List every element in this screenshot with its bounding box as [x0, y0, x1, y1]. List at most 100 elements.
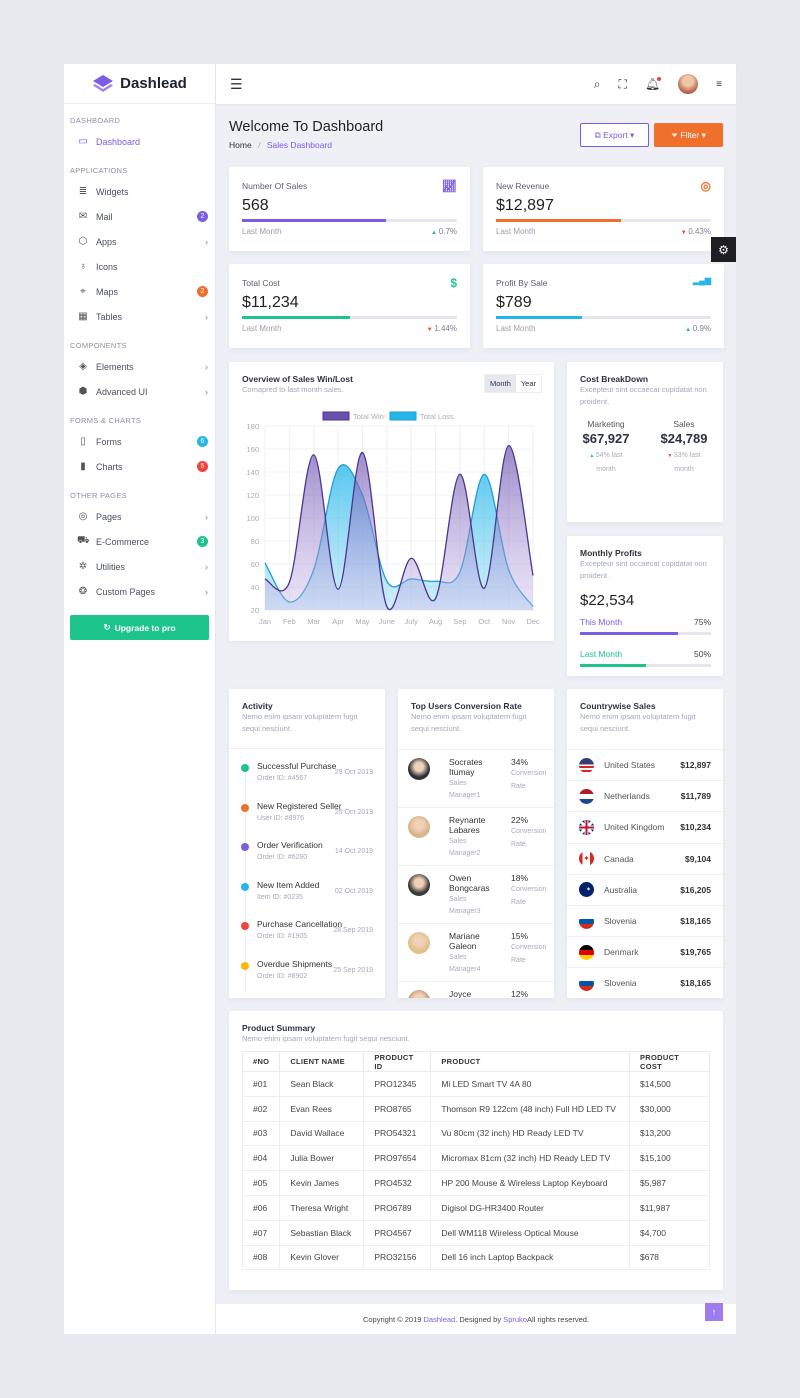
legend-swatch: [322, 411, 350, 421]
table-cell: PRO54321: [363, 1120, 432, 1147]
cost-label: Sales: [673, 419, 695, 429]
country-sales: $16,205: [680, 884, 711, 895]
export-button[interactable]: ⧉ Export ▾: [580, 123, 649, 147]
table-cell: #07: [241, 1219, 281, 1246]
profit-row-label: Last Month: [580, 649, 623, 659]
sidebar-item-dashboard[interactable]: ▭ Dashboard: [64, 129, 215, 154]
sidebar-item-custom-pages[interactable]: ❂ Custom Pages ›: [64, 579, 215, 604]
mail-icon: ✉: [78, 211, 88, 222]
table-cell: $4,700: [629, 1219, 710, 1246]
search-icon[interactable]: ⌕: [594, 77, 601, 92]
top-users-card: Top Users Conversion Rate Nemo enim ipsa…: [398, 689, 554, 998]
cart-icon: ⛟: [77, 535, 90, 546]
activity-item: Order Verification Order ID: #6290 14 Oct …: [229, 840, 385, 880]
sidebar-item-widgets[interactable]: ≣ Widgets: [64, 179, 215, 204]
user-row[interactable]: Socrates Itumay Sales Manager1 34% Conversi…: [398, 749, 554, 807]
sidebar-item-elements[interactable]: ◈ Elements ›: [64, 354, 215, 379]
sidebar-item-pages[interactable]: ◎ Pages ›: [64, 504, 215, 529]
stat-progress-bar: [242, 316, 457, 319]
profit-row-pct: 50%: [693, 649, 711, 659]
stat-progress-bar: [496, 316, 711, 319]
table-cell: Sean Black: [279, 1071, 365, 1097]
sales-area-chart: 20 40 60 80 100 120 140 160 180 Jan Feb Mar Apr May Ju…: [246, 411, 540, 626]
table-cell: Sebastian Black: [279, 1219, 365, 1246]
breadcrumb-home[interactable]: Home: [229, 140, 252, 150]
user-row[interactable]: Reynante Labares Sales Manager2 22% Convers…: [398, 807, 554, 865]
country-name: Netherlands: [604, 791, 650, 802]
profits-subtitle: Excepteur sint occaecat cupidatat non pr…: [580, 559, 707, 580]
map-pin-icon: ⌖: [80, 286, 86, 297]
stat-change: ▼ 0.43%: [681, 227, 711, 236]
upgrade-button[interactable]: ↻ Upgrade to pro: [70, 615, 209, 640]
activity-date: 29 Oct 2019: [334, 769, 373, 776]
footer-brand-link[interactable]: Dashlead: [424, 1315, 456, 1324]
bell-icon[interactable]: 🔔︎: [645, 77, 662, 91]
table-row: #03 David Wallace PRO54321 Vu 80cm (32 inch…: [241, 1120, 710, 1147]
sidebar-item-charts[interactable]: ▮ Charts 5: [64, 454, 215, 479]
cost-value: $24,789: [660, 431, 708, 446]
stat-change: ▲ 0.7%: [431, 227, 457, 236]
x-tick-label: July: [405, 617, 419, 626]
countries-subtitle: Nemo enim ipsam voluptatem fugit sequi n…: [580, 712, 696, 733]
user-name: Joyce: [449, 989, 472, 998]
sidebar-item-mail[interactable]: ✉ Mail 2: [64, 204, 215, 229]
countrywise-sales-card: Countrywise Sales Nemo enim ipsam volupt…: [567, 689, 723, 998]
x-tick-label: Sep: [453, 617, 466, 626]
logo[interactable]: Dashlead: [64, 64, 215, 104]
y-tick-label: 60: [251, 560, 259, 569]
sidebar-item-e-commerce[interactable]: ⛟ E-Commerce 3: [64, 529, 215, 554]
export-label: Export: [603, 130, 628, 140]
box-icon: ⬡: [78, 236, 88, 247]
user-avatar: [408, 874, 430, 896]
sidebar-section-title: COMPONENTS: [70, 341, 127, 350]
activity-subtitle: Nemo enim ipsam voluptatem fugit sequi n…: [242, 712, 358, 733]
stat-card: New Revenue ◎ $12,897 Last Month ▼ 0.43%: [483, 167, 724, 251]
sidebar-item-advanced-ui[interactable]: ⬢ Advanced UI ›: [64, 379, 215, 404]
footer-designer-link[interactable]: Spruko: [503, 1315, 527, 1324]
settings-icon: ✲: [78, 561, 88, 572]
profit-row: Last Month 50%: [580, 649, 711, 667]
sidebar-item-tables[interactable]: ▦ Tables ›: [64, 304, 215, 329]
fullscreen-icon[interactable]: ⛶: [619, 77, 627, 92]
top-header: ☰ ⌕ ⛶ 🔔︎ ≡: [216, 64, 736, 104]
filter-button[interactable]: ⏷ Filter ▾: [654, 123, 723, 147]
user-name: Reynante Labares: [449, 815, 486, 835]
sidebar-item-icons[interactable]: ♁ Icons: [64, 254, 215, 279]
stat-card: Number Of Sales 📈︎ 568 Last Month ▲ 0.7%: [229, 167, 470, 251]
user-avatar[interactable]: [678, 74, 699, 94]
cost-breakdown-card: Cost BreakDown Excepteur sint occaecat c…: [567, 362, 723, 522]
activity-item: New Item Added Item ID: #0235 02 Oct 2019: [229, 880, 385, 920]
dollar-icon: $: [450, 276, 457, 290]
menu-toggle-icon[interactable]: ☰: [230, 76, 243, 93]
back-to-top-button[interactable]: ↑: [705, 1303, 723, 1321]
footer-designed-by: . Designed by: [455, 1314, 502, 1324]
x-tick-label: Oct: [478, 617, 491, 626]
user-row[interactable]: Joyce 12%: [398, 981, 554, 998]
stat-change: ▼ 1.44%: [427, 324, 457, 333]
sidebar-item-maps[interactable]: ⌖ Maps 2: [64, 279, 215, 304]
stat-value: $11,234: [242, 294, 299, 311]
layout-icon: ▦: [78, 311, 88, 322]
table-cell: #06: [241, 1194, 281, 1221]
flag-si-icon: [579, 913, 594, 929]
x-tick-label: Apr: [332, 617, 344, 626]
activity-date: 28 Sep 2019: [333, 927, 373, 934]
table-cell: #01: [241, 1071, 281, 1097]
sidebar-right-toggle-icon[interactable]: ≡: [716, 79, 722, 90]
sidebar-item-label: Custom Pages: [96, 586, 156, 597]
legend-label: Total Loss: [420, 412, 454, 421]
settings-gear-button[interactable]: ⚙: [711, 237, 736, 262]
sidebar-section-title: DASHBOARD: [70, 116, 121, 125]
conversion-label: Conversion Rate: [511, 828, 547, 848]
stat-change-value: 0.9%: [692, 324, 711, 333]
user-row[interactable]: Mariane Galeon Sales Manager4 15% Conversio…: [398, 923, 554, 981]
status-dot: [241, 922, 249, 930]
sidebar-item-utilities[interactable]: ✲ Utilities ›: [64, 554, 215, 579]
sidebar-item-apps[interactable]: ⬡ Apps ›: [64, 229, 215, 254]
breadcrumb-current: Sales Dashboard: [266, 140, 333, 150]
table-cell: #08: [241, 1244, 281, 1271]
products-subtitle: Nemo enim ipsam voluptatem fugit sequi n…: [242, 1034, 410, 1043]
sidebar-item-forms[interactable]: ▯ Forms 6: [64, 429, 215, 454]
sidebar-item-label: Pages: [96, 511, 122, 522]
user-row[interactable]: Owen Bongcaras Sales Manager3 18% Conversio…: [398, 865, 554, 923]
